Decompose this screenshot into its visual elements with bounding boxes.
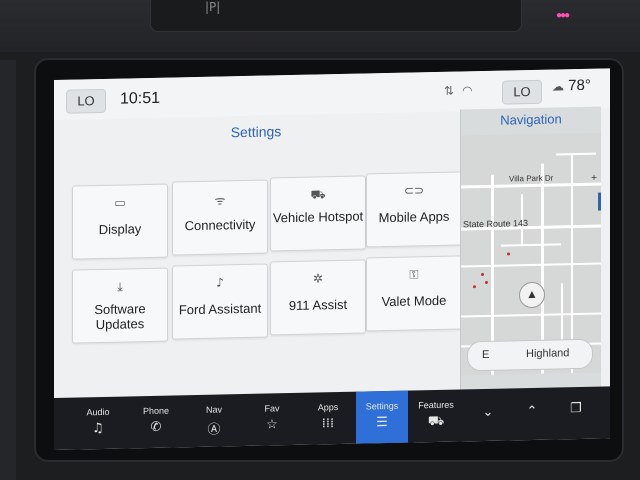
outside-temperature: ☁ 78°	[552, 77, 591, 95]
dock-audio[interactable]: Audio ♫	[72, 397, 124, 450]
dock-label: Apps	[317, 402, 339, 413]
dock-label: Nav	[205, 404, 222, 415]
indicator-lights: ●●●	[556, 10, 570, 21]
dock-fav[interactable]: Fav ☆	[246, 393, 298, 446]
weather-icon: ☁	[552, 79, 564, 94]
tile-display[interactable]: ▭ Display	[72, 183, 168, 260]
passenger-temp-button[interactable]: LO	[502, 79, 542, 105]
tile-vehicle-hotspot[interactable]: ⛟ Vehicle Hotspot	[270, 175, 366, 252]
dock-copy[interactable]: ❐	[550, 387, 602, 440]
navigation-title: Navigation	[500, 111, 562, 128]
tile-ford-assistant[interactable]: ♪ Ford Assistant	[172, 263, 268, 340]
compass-icon: Ⓐ	[207, 422, 221, 438]
tile-valet-mode[interactable]: ⚿ Valet Mode	[366, 255, 462, 332]
dock-nav[interactable]: Nav Ⓐ	[188, 394, 240, 447]
dock-apps[interactable]: Apps ⁞⁞⁞	[302, 392, 354, 445]
truck-icon: ⛟	[427, 413, 445, 430]
grid-icon: ⁞⁞⁞	[321, 416, 335, 432]
driver-temp-button[interactable]: LO	[66, 88, 106, 114]
link-icon: ⊂⊃	[403, 183, 425, 198]
tile-label: Ford Assistant	[178, 300, 262, 318]
tile-connectivity[interactable]: ᯤ Connectivity	[172, 179, 268, 256]
map-scrollbar[interactable]	[598, 192, 601, 211]
navigation-panel[interactable]: Navigation Villa Park Dr State Route 143…	[460, 106, 601, 410]
page-title: Settings	[230, 123, 282, 141]
dock-label: Fav	[264, 403, 280, 414]
zoom-in-icon[interactable]: +	[591, 173, 597, 184]
wifi-icon: ᯤ	[214, 193, 226, 208]
outside-temp-value: 78°	[568, 76, 591, 95]
tile-911-assist[interactable]: ✲ 911 Assist	[270, 259, 366, 336]
dock-label: Features	[418, 399, 454, 411]
star-icon: ☆	[266, 417, 278, 433]
dashboard-top: |P| ●●●	[0, 0, 640, 52]
left-frame	[0, 60, 16, 480]
voice-icon: ♪	[216, 275, 224, 290]
infotainment-screen: LO 10:51 ⇅◠ LO ☁ 78° Settings ▭ Display …	[54, 68, 610, 451]
vent-button-icon: |P|	[205, 0, 221, 14]
signal-icon: ⇅	[444, 83, 463, 98]
tile-label: Display	[98, 221, 142, 238]
music-note-icon: ♫	[92, 420, 104, 437]
tile-label: Vehicle Hotspot	[272, 208, 364, 226]
street-name: Highland	[526, 347, 570, 361]
status-icons: ⇅◠	[444, 83, 481, 98]
settings-panel: Settings ▭ Display ᯤ Connectivity ⛟ Vehi…	[54, 111, 462, 420]
wifi-icon: ◠	[462, 83, 481, 98]
copy-icon: ❐	[570, 400, 582, 417]
dock-settings[interactable]: Settings ☰	[356, 390, 408, 444]
street-bar[interactable]: E Highland	[467, 338, 593, 372]
car-wifi-icon: ⛟	[310, 187, 326, 202]
map-label-route: State Route 143	[463, 218, 529, 230]
tile-software-updates[interactable]: ⤓ Software Updates	[72, 267, 168, 344]
dock-label: Settings	[365, 400, 399, 412]
tile-label: Valet Mode	[381, 292, 447, 310]
dock-label: Phone	[142, 405, 170, 417]
display-icon: ▭	[114, 195, 126, 210]
heading-direction: E	[482, 348, 490, 362]
tile-label: Software Updates	[94, 301, 146, 333]
dock-label: Audio	[86, 406, 110, 418]
tile-mobile-apps[interactable]: ⊂⊃ Mobile Apps	[366, 171, 462, 248]
download-icon: ⤓	[117, 279, 123, 294]
tile-label: 911 Assist	[288, 296, 348, 314]
dock-phone[interactable]: Phone ✆	[130, 395, 182, 448]
clock: 10:51	[120, 89, 161, 108]
dock-features[interactable]: Features ⛟	[410, 389, 462, 442]
lock-car-icon: ⚿	[409, 267, 419, 282]
tile-label: Connectivity	[184, 216, 256, 234]
sliders-icon: ☰	[376, 415, 388, 431]
map-label-park: Villa Park Dr	[509, 173, 554, 184]
tile-label: Mobile Apps	[378, 208, 450, 226]
phone-icon: ✆	[150, 419, 162, 435]
emergency-icon: ✲	[312, 271, 324, 286]
